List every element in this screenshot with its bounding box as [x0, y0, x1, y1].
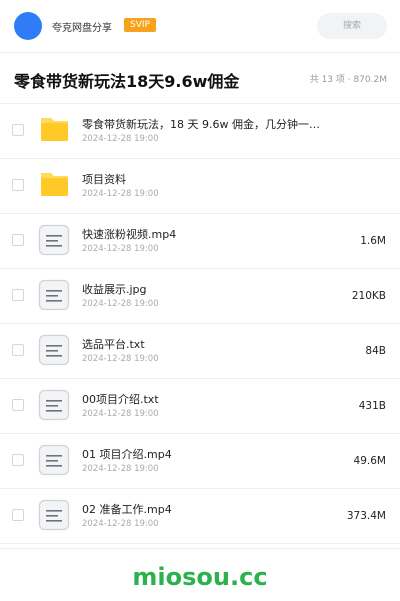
row-checkbox[interactable]	[12, 344, 24, 356]
brand-name: 夸克网盘分享	[52, 23, 112, 34]
search-input[interactable]	[317, 13, 387, 39]
file-row[interactable]: 选品平台.txt 2024-12-28 19:00 84B	[0, 324, 400, 379]
file-size: 49.6M	[353, 455, 386, 467]
folder-icon	[41, 173, 68, 196]
file-name: 选品平台.txt	[82, 338, 145, 351]
folder-icon	[41, 118, 68, 141]
file-name: 快速涨粉视频.mp4	[82, 228, 177, 241]
file-date: 2024-12-28 19:00	[82, 189, 159, 199]
row-checkbox[interactable]	[12, 179, 24, 191]
footer: miosou.cc	[0, 548, 400, 601]
file-date: 2024-12-28 19:00	[82, 354, 159, 364]
file-size: 373.4M	[346, 510, 386, 522]
document-icon	[38, 499, 70, 531]
row-checkbox[interactable]	[12, 454, 24, 466]
file-row[interactable]: 00项目介绍.txt 2024-12-28 19:00 431B	[0, 379, 400, 434]
file-row[interactable]: 快速涨粉视频.mp4 2024-12-28 19:00 1.6M	[0, 214, 400, 269]
file-row[interactable]: 零食带货新玩法，18 天 9.6w 佣金，几分钟一… 2024-12-28 19…	[0, 104, 400, 159]
file-size: 1.6M	[360, 235, 386, 247]
file-row[interactable]: 01 项目介绍.mp4 2024-12-28 19:00 49.6M	[0, 434, 400, 489]
document-icon	[38, 389, 70, 421]
file-row[interactable]: 收益展示.jpg 2024-12-28 19:00 210KB	[0, 269, 400, 324]
row-checkbox[interactable]	[12, 289, 24, 301]
document-icon	[38, 279, 70, 311]
svip-badge: SVIP	[124, 18, 156, 32]
row-checkbox[interactable]	[12, 509, 24, 521]
file-row[interactable]: 02 准备工作.mp4 2024-12-28 19:00 373.4M	[0, 489, 400, 544]
file-name: 01 项目介绍.mp4	[82, 448, 172, 461]
file-date: 2024-12-28 19:00	[82, 519, 159, 529]
document-icon	[38, 444, 70, 476]
file-date: 2024-12-28 19:00	[82, 464, 159, 474]
file-name: 零食带货新玩法，18 天 9.6w 佣金，几分钟一…	[82, 118, 320, 131]
file-date: 2024-12-28 19:00	[82, 244, 159, 254]
document-icon	[38, 224, 70, 256]
file-row[interactable]: 项目资料 2024-12-28 19:00	[0, 159, 400, 214]
avatar[interactable]	[14, 12, 42, 40]
file-name: 项目资料	[82, 173, 126, 186]
file-size: 431B	[358, 400, 386, 412]
page-title: 零食带货新玩法18天9.6w佣金	[14, 72, 240, 91]
file-date: 2024-12-28 19:00	[82, 134, 159, 144]
file-name: 02 准备工作.mp4	[82, 503, 172, 516]
row-checkbox[interactable]	[12, 234, 24, 246]
row-checkbox[interactable]	[12, 124, 24, 136]
document-icon	[38, 334, 70, 366]
file-date: 2024-12-28 19:00	[82, 409, 159, 419]
top-bar: 夸克网盘分享 SVIP	[0, 0, 400, 53]
file-size: 210KB	[351, 290, 386, 302]
row-checkbox[interactable]	[12, 399, 24, 411]
share-summary: 共 13 项 · 870.2M	[309, 75, 387, 85]
share-title-row: 零食带货新玩法18天9.6w佣金 共 13 项 · 870.2M	[0, 53, 400, 104]
file-size: 84B	[365, 345, 386, 357]
file-name: 00项目介绍.txt	[82, 393, 159, 406]
file-name: 收益展示.jpg	[82, 283, 147, 296]
file-date: 2024-12-28 19:00	[82, 299, 159, 309]
site-watermark: miosou.cc	[132, 563, 268, 591]
file-list: 零食带货新玩法，18 天 9.6w 佣金，几分钟一… 2024-12-28 19…	[0, 104, 400, 544]
